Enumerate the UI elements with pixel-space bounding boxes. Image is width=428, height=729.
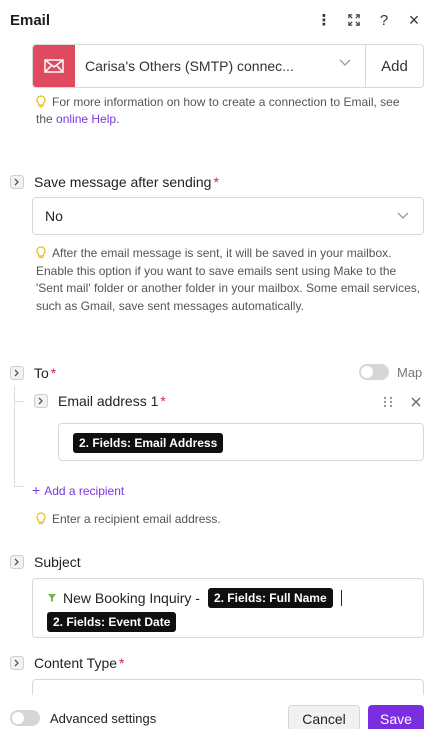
lightbulb-icon: [36, 512, 46, 525]
funnel-icon: [48, 594, 56, 602]
subject-input[interactable]: New Booking Inquiry - 2. Fields: Full Na…: [32, 578, 424, 638]
help-icon[interactable]: ?: [378, 10, 390, 30]
add-recipient-link[interactable]: + Add a recipient: [32, 482, 124, 498]
save-message-hint-text: After the email message is sent, it will…: [36, 246, 421, 313]
remove-icon[interactable]: [411, 397, 421, 407]
recipient-hint: Enter a recipient email address.: [36, 511, 221, 528]
content-type-label-row: Content Type *: [10, 655, 124, 671]
subject-expand-toggle[interactable]: [10, 555, 24, 569]
required-mark: *: [50, 365, 57, 381]
chevron-right-icon: [38, 397, 43, 405]
event-date-pill[interactable]: 2. Fields: Event Date: [47, 612, 177, 632]
map-toggle-switch[interactable]: [359, 364, 389, 380]
save-message-label: Save message after sending: [34, 174, 212, 190]
online-help-link[interactable]: online Help: [56, 112, 116, 126]
panel-header: Email ⋮ ? ×: [0, 0, 428, 40]
close-icon[interactable]: ×: [408, 10, 420, 30]
lightbulb-icon: [36, 246, 46, 259]
tree-branch: [14, 486, 24, 487]
text-cursor: [340, 590, 342, 606]
required-mark: *: [160, 393, 166, 409]
connection-hint: For more information on how to create a …: [36, 94, 416, 128]
expand-icon[interactable]: [348, 10, 360, 30]
panel-title: Email: [10, 11, 51, 29]
to-label: To: [34, 365, 49, 381]
drag-handle-icon[interactable]: [383, 396, 393, 408]
lightbulb-icon: [36, 95, 46, 108]
connection-hint-end: .: [116, 112, 120, 126]
recipient-hint-text: Enter a recipient email address.: [52, 512, 221, 526]
chevron-down-icon: [397, 212, 409, 219]
chevron-right-icon: [14, 178, 19, 186]
save-message-hint: After the email message is sent, it will…: [36, 245, 424, 315]
save-message-select[interactable]: No: [32, 197, 424, 235]
add-recipient-label: Add a recipient: [44, 484, 125, 498]
more-options-icon[interactable]: ⋮: [317, 10, 332, 30]
connection-select-value: Carisa's Others (SMTP) connec...: [85, 58, 294, 74]
add-connection-button[interactable]: Add: [365, 45, 423, 87]
to-label-row: To *: [10, 365, 56, 381]
save-message-select-value: No: [45, 208, 63, 224]
tree-branch: [14, 401, 24, 402]
content-type-expand-toggle[interactable]: [10, 656, 24, 670]
envelope-icon: [33, 45, 75, 87]
advanced-settings-toggle[interactable]: [10, 710, 40, 726]
save-message-label-row: Save message after sending *: [10, 174, 219, 190]
email-address-1-label: Email address 1: [58, 393, 159, 409]
advanced-settings-row: Advanced settings: [10, 710, 156, 726]
map-toggle-row: Map: [359, 364, 422, 380]
email-address-1-input[interactable]: 2. Fields: Email Address: [58, 423, 424, 461]
connection-row: Carisa's Others (SMTP) connec... Add: [32, 44, 424, 88]
subject-text: New Booking Inquiry -: [63, 590, 200, 606]
subject-label: Subject: [34, 554, 81, 570]
chevron-right-icon: [14, 659, 19, 667]
save-message-expand-toggle[interactable]: [10, 175, 24, 189]
subject-label-row: Subject: [10, 554, 81, 570]
chevron-right-icon: [14, 558, 19, 566]
save-button[interactable]: Save: [368, 705, 424, 729]
to-expand-toggle[interactable]: [10, 366, 24, 380]
chevron-right-icon: [14, 369, 19, 377]
email-address-1-actions: [383, 396, 421, 408]
connection-select[interactable]: Carisa's Others (SMTP) connec...: [75, 45, 365, 87]
map-label: Map: [397, 364, 423, 380]
email-address-1-label-row: Email address 1 *: [34, 393, 166, 409]
full-name-pill[interactable]: 2. Fields: Full Name: [207, 588, 333, 608]
chevron-down-icon: [339, 59, 351, 66]
content-type-select[interactable]: [32, 679, 424, 695]
header-actions: ⋮ ? ×: [317, 0, 420, 40]
required-mark: *: [213, 174, 219, 190]
plus-icon: +: [32, 482, 41, 498]
required-mark: *: [119, 655, 125, 671]
cancel-button[interactable]: Cancel: [288, 705, 360, 729]
email-address-pill[interactable]: 2. Fields: Email Address: [73, 433, 224, 453]
content-type-label: Content Type: [34, 655, 118, 671]
advanced-settings-label: Advanced settings: [50, 710, 157, 726]
email-address-1-expand-toggle[interactable]: [34, 394, 48, 408]
